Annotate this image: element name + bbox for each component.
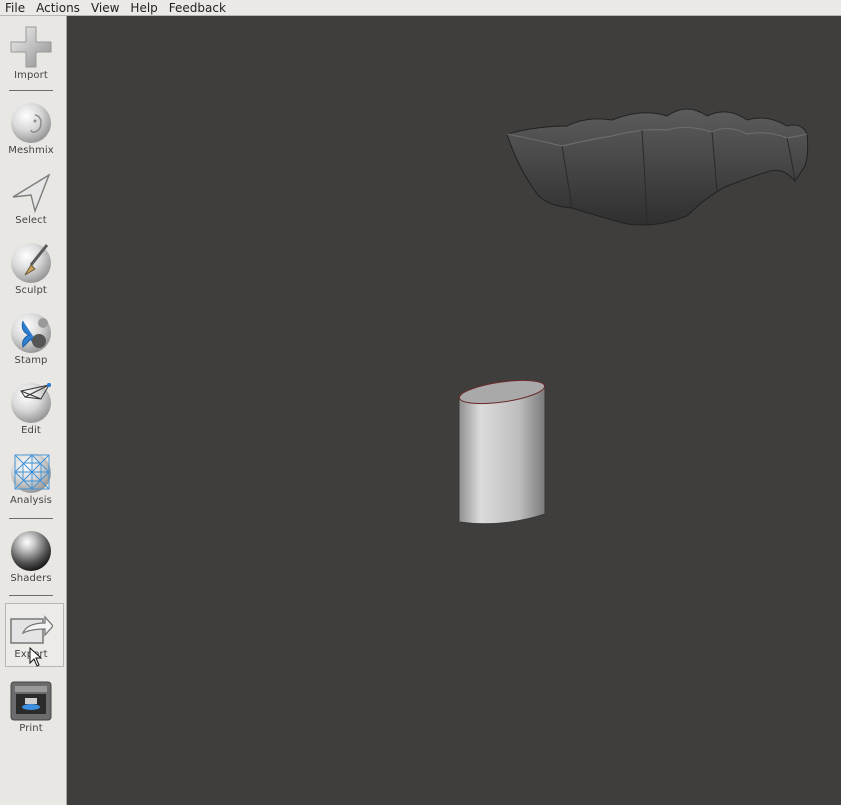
stamp-label: Stamp <box>14 355 48 366</box>
sculpt-brush-icon <box>11 243 51 283</box>
select-arrow-icon <box>12 173 51 213</box>
import-label: Import <box>14 70 48 81</box>
select-button[interactable]: Select <box>0 173 62 226</box>
meshmix-label: Meshmix <box>8 145 54 156</box>
sculpt-button[interactable]: Sculpt <box>0 243 62 296</box>
toolbar-divider <box>9 90 53 91</box>
menu-help[interactable]: Help <box>125 1 163 15</box>
toolbar-divider <box>9 518 53 519</box>
edit-icon <box>11 383 51 423</box>
shaders-icon <box>11 531 51 571</box>
tool-sidebar: Import Meshmix Select Sculpt Stamp Edit … <box>0 16 67 805</box>
plus-icon <box>10 26 52 68</box>
sculpt-label: Sculpt <box>15 285 47 296</box>
analysis-button[interactable]: Analysis <box>0 453 62 506</box>
import-button[interactable]: Import <box>0 26 62 81</box>
toolbar-divider <box>9 595 53 596</box>
select-label: Select <box>15 215 47 226</box>
3d-viewport[interactable] <box>67 16 841 805</box>
cylinder-mesh[interactable] <box>458 376 546 525</box>
mouse-cursor-icon <box>29 647 43 667</box>
menu-view[interactable]: View <box>86 1 125 15</box>
export-icon <box>10 615 53 644</box>
stamp-icon <box>11 313 51 353</box>
edit-button[interactable]: Edit <box>0 383 62 436</box>
printer-icon <box>10 681 52 721</box>
edit-label: Edit <box>21 425 41 436</box>
print-button[interactable]: Print <box>0 681 62 734</box>
stamp-button[interactable]: Stamp <box>0 313 62 366</box>
menu-file[interactable]: File <box>0 1 31 15</box>
terrain-mesh[interactable] <box>506 108 809 226</box>
shaders-label: Shaders <box>10 573 52 584</box>
meshmix-button[interactable]: Meshmix <box>0 103 62 156</box>
menu-feedback[interactable]: Feedback <box>164 1 232 15</box>
menu-bar: File Actions View Help Feedback <box>0 0 841 16</box>
analysis-icon <box>11 453 51 493</box>
analysis-label: Analysis <box>9 495 52 506</box>
scene-canvas[interactable] <box>67 16 841 805</box>
shaders-button[interactable]: Shaders <box>0 531 62 584</box>
menu-actions[interactable]: Actions <box>31 1 86 15</box>
meshmix-icon <box>11 103 51 143</box>
print-label: Print <box>19 723 43 734</box>
